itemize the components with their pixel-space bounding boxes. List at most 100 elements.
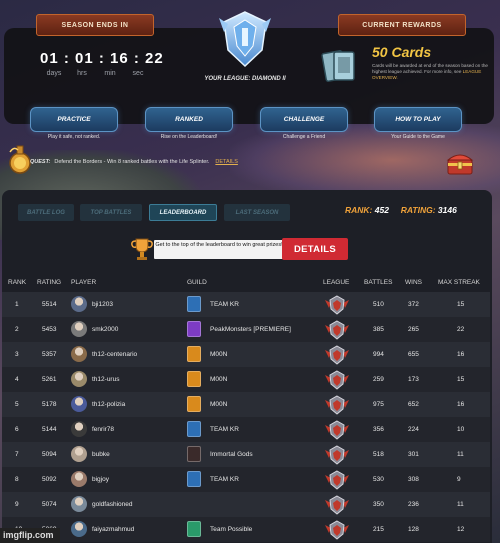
- table-row[interactable]: 3 5357 th12-centenario M00N 994 655 16: [2, 342, 490, 367]
- tab-battle-log[interactable]: BATTLE LOG: [18, 204, 74, 221]
- timer-unit-hrs: hrs: [77, 70, 87, 77]
- player-name[interactable]: bji1203: [92, 301, 113, 308]
- guild-name[interactable]: Team Possible: [210, 526, 252, 533]
- guild-name[interactable]: TEAM KR: [210, 301, 239, 308]
- guild-banner-icon: [187, 296, 201, 312]
- promo-text: Get to the top of the leaderboard to win…: [154, 239, 284, 259]
- rating-value: 3146: [437, 205, 457, 215]
- player-avatar[interactable]: [71, 521, 87, 537]
- watermark: imgflip.com: [0, 528, 60, 543]
- player-name[interactable]: bubke: [92, 451, 110, 458]
- tab-leaderboard[interactable]: LEADERBOARD: [149, 204, 217, 221]
- quest-details-link[interactable]: DETAILS: [215, 159, 238, 165]
- rating-cell: 5074: [42, 501, 57, 508]
- guild-name[interactable]: M00N: [210, 376, 227, 383]
- table-row[interactable]: 6 5144 fenrir78 TEAM KR 356 224 10: [2, 417, 490, 442]
- player-name[interactable]: th12-centenario: [92, 351, 137, 358]
- guild-name[interactable]: M00N: [210, 401, 227, 408]
- rank-label: RANK:: [345, 205, 373, 215]
- practice-button[interactable]: PRACTICE: [30, 107, 118, 132]
- guild-banner-icon: [187, 421, 201, 437]
- wins-cell: 372: [408, 301, 419, 308]
- player-avatar[interactable]: [71, 321, 87, 337]
- guild-name[interactable]: TEAM KR: [210, 476, 239, 483]
- wins-cell: 236: [408, 501, 419, 508]
- how-to-play-button[interactable]: HOW TO PLAY: [374, 107, 462, 132]
- rank-cell: 3: [15, 351, 19, 358]
- player-avatar[interactable]: [71, 396, 87, 412]
- rating-cell: 5094: [42, 451, 57, 458]
- promo-details-button[interactable]: DETAILS: [282, 238, 348, 260]
- player-avatar[interactable]: [71, 496, 87, 512]
- player-name[interactable]: bigjoy: [92, 476, 109, 483]
- max-streak-cell: 10: [457, 426, 465, 433]
- wins-cell: 265: [408, 326, 419, 333]
- tab-last-season[interactable]: LAST SEASON: [224, 204, 290, 221]
- table-row[interactable]: 7 5094 bubke Immortal Gods 518 301 11: [2, 442, 490, 467]
- trophy-icon: [131, 238, 153, 260]
- table-row[interactable]: 1 5514 bji1203 TEAM KR 510 372 15: [2, 292, 490, 317]
- player-avatar[interactable]: [71, 446, 87, 462]
- battles-cell: 975: [373, 401, 384, 408]
- player-avatar[interactable]: [71, 296, 87, 312]
- wins-cell: 128: [408, 526, 419, 533]
- battles-cell: 385: [373, 326, 384, 333]
- table-row[interactable]: 8 5092 bigjoy TEAM KR 530 308 9: [2, 467, 490, 492]
- champion-league-icon: [325, 470, 349, 490]
- guild-banner-icon: [187, 321, 201, 337]
- wins-cell: 655: [408, 351, 419, 358]
- col-guild: GUILD: [187, 279, 207, 286]
- player-name[interactable]: th12-polizia: [92, 401, 125, 408]
- champion-league-icon: [325, 395, 349, 415]
- table-row[interactable]: 9 5074 goldfashioned 350 236 11: [2, 492, 490, 517]
- rating-cell: 5144: [42, 426, 57, 433]
- player-name[interactable]: faiyazmahmud: [92, 526, 134, 533]
- how-to-play-caption: Your Guide to the Game: [391, 134, 445, 140]
- table-row[interactable]: 105069faiyazmahmudTeam Possible21512812: [2, 517, 490, 542]
- challenge-button[interactable]: CHALLENGE: [260, 107, 348, 132]
- rating-cell: 5261: [42, 376, 57, 383]
- guild-banner-icon: [187, 471, 201, 487]
- rating-cell: 5092: [42, 476, 57, 483]
- timer-unit-min: min: [104, 70, 116, 77]
- max-streak-cell: 9: [457, 476, 461, 483]
- table-row[interactable]: 4 5261 th12-urus M00N 259 173 15: [2, 367, 490, 392]
- player-avatar[interactable]: [71, 471, 87, 487]
- tab-top-battles[interactable]: TOP BATTLES: [80, 204, 142, 221]
- practice-caption: Play it safe, not ranked.: [47, 134, 101, 140]
- player-name[interactable]: th12-urus: [92, 376, 119, 383]
- battles-cell: 356: [373, 426, 384, 433]
- battles-cell: 510: [373, 301, 384, 308]
- wins-cell: 652: [408, 401, 419, 408]
- ranked-button[interactable]: RANKED: [145, 107, 233, 132]
- col-rank: RANK: [8, 279, 27, 286]
- battles-cell: 215: [373, 526, 384, 533]
- champion-league-icon: [325, 370, 349, 390]
- player-avatar[interactable]: [71, 421, 87, 437]
- quest-text: Defend the Borders - Win 8 ranked battle…: [54, 159, 210, 165]
- battles-cell: 350: [373, 501, 384, 508]
- rank-cell: 6: [15, 426, 19, 433]
- guild-name[interactable]: PeakMonsters [PREMIERE]: [210, 326, 291, 333]
- guild-banner-icon: [187, 396, 201, 412]
- col-rating: RATING: [37, 279, 62, 286]
- diamond-league-badge-icon: [219, 11, 271, 68]
- player-name[interactable]: smk2000: [92, 326, 118, 333]
- battles-cell: 530: [373, 476, 384, 483]
- col-wins: WINS: [405, 279, 422, 286]
- player-name[interactable]: goldfashioned: [92, 501, 132, 508]
- wins-cell: 173: [408, 376, 419, 383]
- player-name[interactable]: fenrir78: [92, 426, 114, 433]
- reward-chest-icon[interactable]: [445, 150, 475, 176]
- rewards-cards-title: 50 Cards: [372, 44, 432, 60]
- timer-unit-days: days: [46, 70, 62, 77]
- guild-name[interactable]: M00N: [210, 351, 227, 358]
- table-row[interactable]: 2 5453 smk2000 PeakMonsters [PREMIERE] 385 26…: [2, 317, 490, 342]
- table-row[interactable]: 5 5178 th12-polizia M00N 975 652 16: [2, 392, 490, 417]
- guild-name[interactable]: TEAM KR: [210, 426, 239, 433]
- player-avatar[interactable]: [71, 346, 87, 362]
- guild-name[interactable]: Immortal Gods: [210, 451, 253, 458]
- col-max-streak: MAX STREAK: [438, 279, 480, 286]
- rank-cell: 4: [15, 376, 19, 383]
- player-avatar[interactable]: [71, 371, 87, 387]
